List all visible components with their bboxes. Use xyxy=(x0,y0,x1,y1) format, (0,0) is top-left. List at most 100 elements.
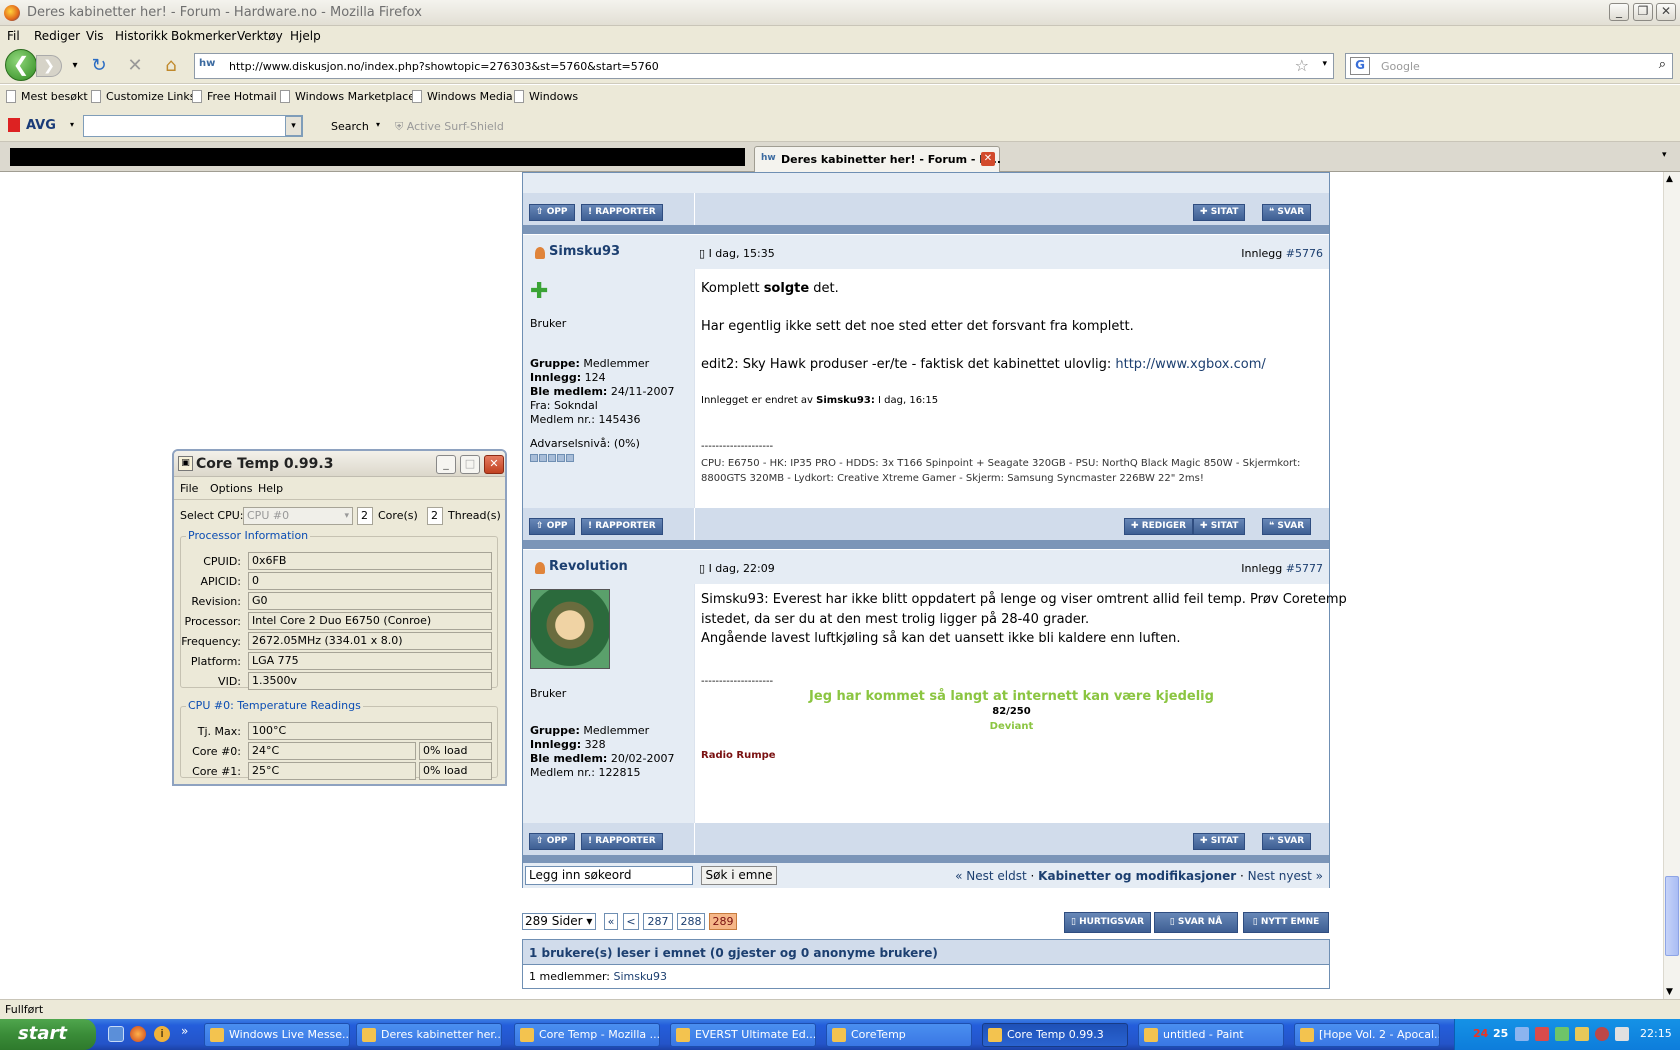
xgbox-link[interactable]: http://www.xgbox.com/ xyxy=(1115,357,1265,372)
url-bar[interactable]: hw http://www.diskusjon.no/index.php?sho… xyxy=(194,53,1334,79)
opp-button[interactable]: ⇧ OPP xyxy=(529,518,575,535)
menu-rediger[interactable]: Rediger xyxy=(34,29,80,43)
search-magnifier-icon[interactable]: ⌕ xyxy=(1659,57,1666,72)
google-engine-icon[interactable]: G xyxy=(1350,57,1370,75)
scroll-up-icon[interactable]: ▲ xyxy=(1666,174,1673,184)
bookmark-windows-media[interactable]: Windows Media xyxy=(412,90,513,103)
tab-list-icon[interactable]: ▾ xyxy=(1662,150,1667,160)
avg-search-button[interactable]: Search xyxy=(331,120,369,133)
avg-surf-shield[interactable]: ⛨ Active Surf-Shield xyxy=(395,120,504,134)
back-button[interactable]: ❮ xyxy=(5,49,37,81)
tray-volume-icon[interactable] xyxy=(1575,1027,1589,1041)
bookmark-free-hotmail[interactable]: Free Hotmail xyxy=(192,90,277,103)
menu-verktoy[interactable]: Verktøy xyxy=(237,29,283,43)
tray-shield-icon[interactable] xyxy=(1595,1027,1609,1041)
tab-active[interactable]: hw Deres kabinetter her! - Forum - H... … xyxy=(754,146,1001,172)
avg-search-dropdown-icon[interactable]: ▾ xyxy=(285,116,302,136)
newer-topic-link[interactable]: Nest nyest » xyxy=(1248,869,1323,883)
select-cpu-dropdown[interactable]: CPU #0 ▾ xyxy=(243,507,353,525)
task-coretemp-folder[interactable]: CoreTemp xyxy=(826,1023,972,1047)
nytt-emne-button[interactable]: ▯ NYTT EMNE xyxy=(1243,912,1329,933)
tray-network-icon[interactable] xyxy=(1515,1027,1529,1041)
tray-avg-icon[interactable] xyxy=(1555,1027,1569,1041)
post-permalink[interactable]: #5776 xyxy=(1286,247,1323,260)
quicklaunch-more-icon[interactable]: » xyxy=(181,1024,188,1038)
sitat-button[interactable]: ✚ SITAT xyxy=(1193,518,1246,535)
task-paint[interactable]: untitled - Paint xyxy=(1138,1023,1284,1047)
task-coretemp-app[interactable]: Core Temp 0.99.3 xyxy=(982,1023,1128,1047)
topic-search-button[interactable]: Søk i emne xyxy=(701,866,777,885)
opp-button[interactable]: ⇧ OPP xyxy=(529,833,575,850)
home-icon[interactable]: ⌂ xyxy=(160,55,182,77)
bookmark-star-icon[interactable]: ☆ xyxy=(1295,56,1309,75)
prev-page-link[interactable]: < xyxy=(623,913,639,930)
reader-link[interactable]: Simsku93 xyxy=(614,970,668,983)
opp-button[interactable]: ⇧ OPP xyxy=(529,204,575,221)
svar-button[interactable]: ❝ SVAR xyxy=(1262,518,1312,535)
menu-fil[interactable]: Fil xyxy=(7,29,20,43)
tray-temp-core0[interactable]: 24 xyxy=(1473,1027,1488,1040)
maximize-button[interactable]: ❐ xyxy=(1633,3,1653,21)
page-jump-dropdown[interactable]: 289 Sider ▾ xyxy=(522,913,596,930)
task-media-player[interactable]: [Hope Vol. 2 - Apocal... xyxy=(1294,1023,1440,1047)
task-firefox-coretemp[interactable]: Core Temp - Mozilla ... xyxy=(514,1023,660,1047)
reload-icon[interactable]: ↻ xyxy=(88,55,110,77)
sitat-button[interactable]: ✚ SITAT xyxy=(1193,833,1246,850)
forward-button[interactable]: ❯ xyxy=(36,55,62,77)
post-author[interactable]: Simsku93 xyxy=(549,244,620,259)
avg-menu-arrow-icon[interactable]: ▾ xyxy=(70,120,74,129)
bookmark-windows-marketplace[interactable]: Windows Marketplace xyxy=(280,90,415,103)
url-text[interactable]: http://www.diskusjon.no/index.php?showto… xyxy=(229,60,659,73)
task-firefox-forum[interactable]: Deres kabinetter her... xyxy=(356,1023,502,1047)
tray-misc-icon[interactable] xyxy=(1615,1027,1629,1041)
start-button[interactable]: start xyxy=(0,1019,96,1050)
coretemp-menu-help[interactable]: Help xyxy=(258,482,283,495)
rapporter-button[interactable]: ! RAPPORTER xyxy=(581,518,663,535)
avg-search-input[interactable] xyxy=(83,115,303,137)
coretemp-maximize-button[interactable]: □ xyxy=(460,455,480,474)
coretemp-menu-options[interactable]: Options xyxy=(210,482,252,495)
older-topic-link[interactable]: « Nest eldst xyxy=(955,869,1027,883)
search-input[interactable]: Google xyxy=(1381,60,1420,73)
menu-hjelp[interactable]: Hjelp xyxy=(290,29,321,43)
post-author[interactable]: Revolution xyxy=(549,559,628,574)
stop-icon[interactable]: ✕ xyxy=(124,55,146,77)
post-permalink[interactable]: #5777 xyxy=(1286,562,1323,575)
task-messenger[interactable]: Windows Live Messe... xyxy=(204,1023,350,1047)
url-dropdown-icon[interactable]: ▾ xyxy=(1322,59,1327,69)
menu-vis[interactable]: Vis xyxy=(86,29,104,43)
tray-temp-core1[interactable]: 25 xyxy=(1493,1027,1508,1040)
topic-search-input[interactable]: Legg inn søkeord xyxy=(525,866,693,885)
page-287-link[interactable]: 287 xyxy=(643,913,673,930)
tray-security-icon[interactable] xyxy=(1535,1027,1549,1041)
coretemp-menu-file[interactable]: File xyxy=(180,482,198,495)
bookmark-windows[interactable]: Windows xyxy=(514,90,578,103)
bookmark-customize-links[interactable]: Customize Links xyxy=(91,90,196,103)
svar-button[interactable]: ❝ SVAR xyxy=(1262,204,1312,221)
page-288-link[interactable]: 288 xyxy=(677,913,705,930)
svar-na-button[interactable]: ▯ SVAR NÅ xyxy=(1154,912,1238,933)
minimize-button[interactable]: _ xyxy=(1609,3,1629,21)
vertical-scrollbar[interactable]: ▲ ▼ xyxy=(1663,172,1680,999)
forum-link[interactable]: Kabinetter og modifikasjoner xyxy=(1038,869,1236,883)
first-page-link[interactable]: « xyxy=(604,913,618,930)
rapporter-button[interactable]: ! RAPPORTER xyxy=(581,204,663,221)
quicklaunch-firefox-icon[interactable] xyxy=(130,1026,146,1042)
menu-bokmerker[interactable]: Bokmerker xyxy=(171,29,236,43)
rapporter-button[interactable]: ! RAPPORTER xyxy=(581,833,663,850)
hurtigsvar-button[interactable]: ▯ HURTIGSVAR xyxy=(1064,912,1152,933)
avg-search-arrow-icon[interactable]: ▾ xyxy=(376,120,380,129)
svar-button[interactable]: ❝ SVAR xyxy=(1262,833,1312,850)
tray-clock[interactable]: 22:15 xyxy=(1640,1027,1672,1040)
coretemp-minimize-button[interactable]: _ xyxy=(436,455,456,474)
quicklaunch-ie-icon[interactable] xyxy=(108,1026,124,1042)
search-bar[interactable]: G Google ⌕ xyxy=(1345,53,1673,79)
scroll-down-icon[interactable]: ▼ xyxy=(1666,987,1673,997)
history-dropdown-icon[interactable]: ▾ xyxy=(64,55,86,77)
bookmark-mest-besokt[interactable]: Mest besøkt xyxy=(6,90,88,103)
sitat-button[interactable]: ✚ SITAT xyxy=(1193,204,1246,221)
tab-close-icon[interactable]: ✕ xyxy=(981,152,995,166)
coretemp-close-button[interactable]: ✕ xyxy=(484,455,504,474)
menu-historikk[interactable]: Historikk xyxy=(115,29,168,43)
scrollbar-thumb[interactable] xyxy=(1665,876,1679,956)
